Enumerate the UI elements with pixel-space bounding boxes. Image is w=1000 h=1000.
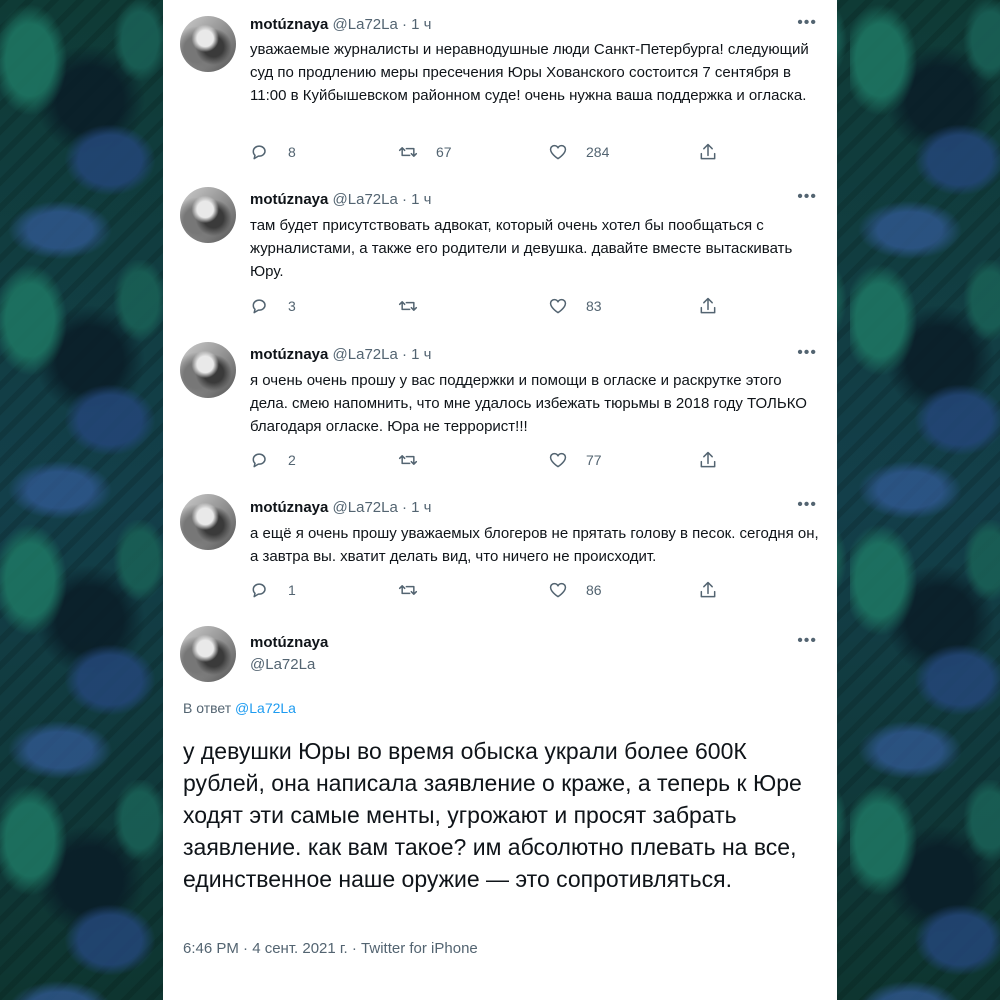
reply-button[interactable]: 3 bbox=[250, 294, 296, 318]
tweet-thread-card: motúznaya @La72La · 1 ч ••• уважаемые жу… bbox=[163, 0, 837, 1000]
user-name[interactable]: motúznaya bbox=[250, 499, 328, 516]
user-name[interactable]: motúznaya bbox=[250, 632, 328, 654]
avatar[interactable] bbox=[180, 187, 236, 243]
share-icon bbox=[700, 451, 716, 468]
like-count: 86 bbox=[586, 582, 602, 598]
user-handle[interactable]: @La72La bbox=[250, 654, 328, 676]
retweet-icon bbox=[398, 585, 418, 595]
reply-button[interactable]: 8 bbox=[250, 140, 296, 164]
avatar[interactable] bbox=[180, 16, 236, 72]
like-button[interactable]: 284 bbox=[548, 140, 609, 164]
retweet-icon bbox=[398, 147, 418, 157]
like-count: 77 bbox=[586, 452, 602, 468]
like-button[interactable]: 77 bbox=[548, 448, 602, 472]
tweet-header: motúznaya @La72La · 1 ч bbox=[250, 498, 431, 518]
reply-count: 2 bbox=[288, 452, 296, 468]
tweet-header: motúznaya @La72La · 1 ч bbox=[250, 345, 431, 365]
share-button[interactable] bbox=[698, 448, 718, 472]
tweet-actions: 2 77 bbox=[250, 448, 810, 472]
tweet-header: motúznaya @La72La · 1 ч bbox=[250, 15, 431, 35]
share-button[interactable] bbox=[698, 140, 718, 164]
tweet-header: motúznaya @La72La · 1 ч bbox=[250, 190, 431, 210]
tweet-timestamp-source[interactable]: 6:46 PM · 4 сент. 2021 г. · Twitter for … bbox=[183, 940, 478, 957]
retweet-button[interactable] bbox=[398, 448, 436, 472]
main-tweet-text: у девушки Юры во время обыска украли бол… bbox=[183, 738, 802, 892]
user-handle[interactable]: @La72La bbox=[333, 346, 398, 363]
reply-to-line: В ответ @La72La bbox=[183, 700, 296, 716]
retweet-count: 67 bbox=[436, 144, 452, 160]
user-name[interactable]: motúznaya bbox=[250, 191, 328, 208]
main-tweet-author: motúznaya @La72La bbox=[250, 632, 328, 676]
retweet-button[interactable] bbox=[398, 578, 436, 602]
tweet-actions: 1 86 bbox=[250, 578, 810, 602]
share-icon bbox=[700, 581, 716, 598]
user-handle[interactable]: @La72La bbox=[333, 499, 398, 516]
tweet-text: там будет присутствовать адвокат, которы… bbox=[250, 217, 793, 280]
retweet-icon bbox=[398, 301, 418, 311]
share-icon bbox=[700, 297, 716, 314]
retweet-icon bbox=[398, 455, 418, 465]
retweet-button[interactable]: 67 bbox=[398, 140, 452, 164]
retweet-button[interactable] bbox=[398, 294, 436, 318]
like-button[interactable]: 83 bbox=[548, 294, 602, 318]
separator: · bbox=[401, 346, 407, 363]
share-button[interactable] bbox=[698, 294, 718, 318]
tweet-text: а ещё я очень прошу уважаемых блогеров н… bbox=[250, 525, 819, 565]
reply-icon bbox=[252, 453, 266, 468]
reply-button[interactable]: 1 bbox=[250, 578, 296, 602]
tweet-time[interactable]: 1 ч bbox=[411, 16, 431, 33]
like-icon bbox=[549, 144, 567, 160]
reply-count: 1 bbox=[288, 582, 296, 598]
tweet-time[interactable]: 1 ч bbox=[411, 499, 431, 516]
share-button[interactable] bbox=[698, 578, 718, 602]
user-name[interactable]: motúznaya bbox=[250, 16, 328, 33]
like-count: 83 bbox=[586, 298, 602, 314]
tweet-actions: 3 83 bbox=[250, 294, 810, 318]
avatar[interactable] bbox=[180, 626, 236, 682]
avatar[interactable] bbox=[180, 494, 236, 550]
reply-count: 8 bbox=[288, 144, 296, 160]
separator: · bbox=[401, 499, 407, 516]
avatar[interactable] bbox=[180, 342, 236, 398]
like-count: 284 bbox=[586, 144, 610, 160]
separator: · bbox=[401, 191, 407, 208]
reply-icon bbox=[252, 583, 266, 598]
tweet-actions: 8 67 284 bbox=[250, 140, 810, 164]
more-icon[interactable]: ••• bbox=[797, 496, 817, 514]
user-name[interactable]: motúznaya bbox=[250, 346, 328, 363]
reply-mention-link[interactable]: @La72La bbox=[235, 700, 296, 716]
reply-icon bbox=[252, 299, 266, 314]
reply-button[interactable]: 2 bbox=[250, 448, 296, 472]
tweet-time[interactable]: 1 ч bbox=[411, 346, 431, 363]
like-button[interactable]: 86 bbox=[548, 578, 602, 602]
reply-prefix: В ответ bbox=[183, 700, 232, 716]
like-icon bbox=[549, 298, 567, 314]
user-handle[interactable]: @La72La bbox=[333, 191, 398, 208]
more-icon[interactable]: ••• bbox=[797, 344, 817, 362]
more-icon[interactable]: ••• bbox=[797, 632, 817, 650]
share-icon bbox=[700, 143, 716, 160]
reply-icon bbox=[252, 145, 266, 160]
tweet-text: я очень очень прошу у вас поддержки и по… bbox=[250, 372, 807, 435]
more-icon[interactable]: ••• bbox=[797, 14, 817, 32]
like-icon bbox=[549, 582, 567, 598]
user-handle[interactable]: @La72La bbox=[333, 16, 398, 33]
tweet-time[interactable]: 1 ч bbox=[411, 191, 431, 208]
reply-count: 3 bbox=[288, 298, 296, 314]
more-icon[interactable]: ••• bbox=[797, 188, 817, 206]
like-icon bbox=[549, 452, 567, 468]
tweet-text: уважаемые журналисты и неравнодушные люд… bbox=[250, 41, 809, 104]
separator: · bbox=[401, 16, 407, 33]
